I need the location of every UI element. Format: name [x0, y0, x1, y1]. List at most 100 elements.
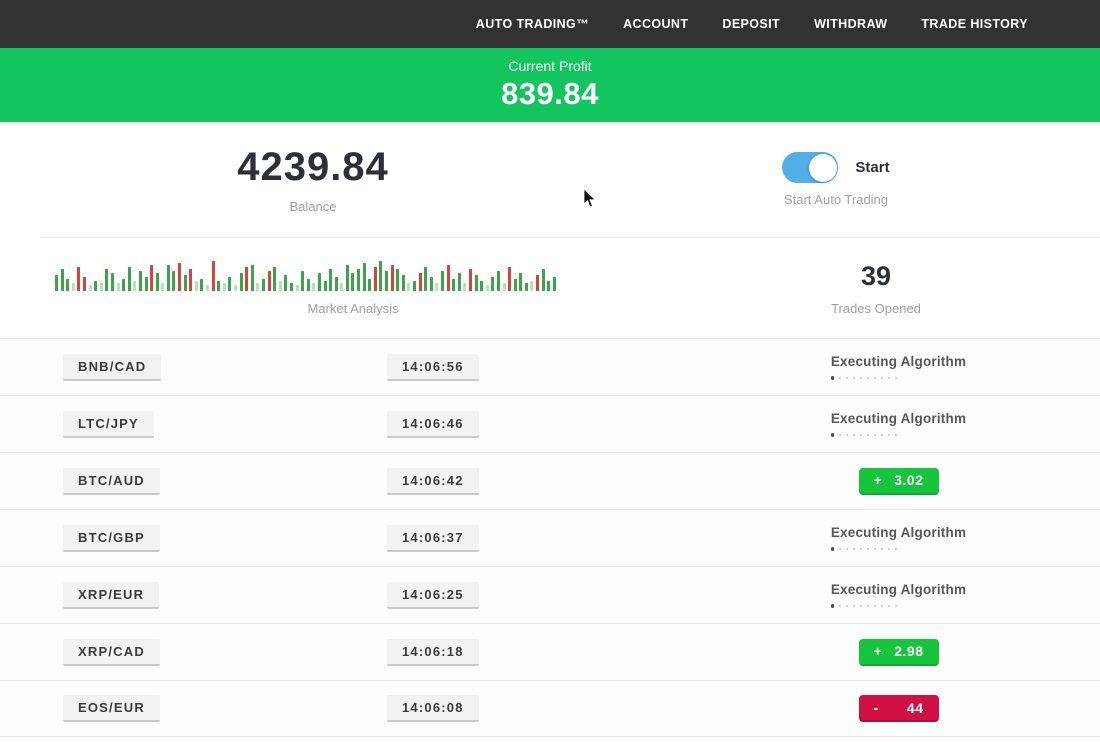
chart-bar — [296, 285, 299, 291]
chart-bar — [430, 277, 433, 291]
result-sign: + — [874, 472, 883, 488]
chart-bar — [61, 269, 64, 291]
time-badge: 14:06:56 — [387, 354, 479, 381]
nav-item-deposit[interactable]: DEPOSIT — [722, 17, 780, 31]
time-badge: 14:06:42 — [387, 468, 479, 495]
chart-bar — [307, 279, 310, 291]
loader-dot — [895, 548, 898, 551]
chart-bar — [150, 265, 153, 291]
chart-bar — [396, 269, 399, 291]
pair-badge[interactable]: XRP/EUR — [63, 582, 159, 609]
chart-bar — [547, 281, 550, 291]
nav-item-account[interactable]: ACCOUNT — [623, 17, 688, 31]
chart-bar — [312, 283, 315, 291]
time-badge: 14:06:37 — [387, 525, 479, 552]
time-cell: 14:06:08 — [387, 695, 697, 722]
loader-dot — [860, 377, 863, 380]
executing-status: Executing Algorithm — [831, 411, 966, 437]
nav-item-trade-history[interactable]: TRADE HISTORY — [921, 17, 1028, 31]
time-cell: 14:06:56 — [387, 354, 697, 381]
result-badge: + 3.02 — [859, 468, 939, 495]
chart-bar — [268, 271, 271, 291]
loader-dot — [839, 605, 842, 608]
loader-dot — [895, 434, 898, 437]
chart-bar — [447, 265, 450, 291]
loader-dot — [867, 605, 870, 608]
pair-cell: XRP/CAD — [63, 639, 160, 666]
loader-dot — [846, 605, 849, 608]
chart-bar — [111, 273, 114, 291]
time-cell: 14:06:37 — [387, 525, 697, 552]
chart-bar — [385, 271, 388, 291]
pair-badge[interactable]: LTC/JPY — [63, 411, 154, 438]
trades-opened-value: 39 — [861, 261, 891, 292]
nav-item-auto-trading[interactable]: AUTO TRADING™ — [476, 17, 589, 31]
market-analysis-label: Market Analysis — [307, 301, 398, 316]
time-badge: 14:06:25 — [387, 582, 479, 609]
loader-dot — [874, 605, 877, 608]
chart-bar — [324, 281, 327, 291]
chart-bar — [475, 275, 478, 291]
pair-badge[interactable]: BTC/GBP — [63, 525, 160, 552]
chart-bar — [290, 283, 293, 291]
chart-bar — [117, 283, 120, 291]
loader-dot — [881, 434, 884, 437]
chart-bar — [66, 279, 69, 291]
result-badge: - 44 — [859, 695, 939, 722]
chart-bar — [379, 261, 382, 291]
chart-bar — [195, 281, 198, 291]
chart-bar — [491, 277, 494, 291]
profit-banner-value: 839.84 — [501, 76, 599, 112]
loader-dot — [867, 548, 870, 551]
chart-bar — [419, 273, 422, 291]
trade-row: BTC/AUD 14:06:42 + 3.02 — [0, 452, 1100, 509]
chart-bar — [156, 273, 159, 291]
chart-bar — [340, 283, 343, 291]
chart-bar — [279, 281, 282, 291]
trade-row: XRP/EUR 14:06:25 Executing Algorithm — [0, 566, 1100, 623]
trades-opened-block: 39 Trades Opened — [666, 261, 1086, 316]
pair-badge[interactable]: EOS/EUR — [63, 695, 160, 722]
pair-badge[interactable]: BTC/AUD — [63, 468, 160, 495]
chart-bar — [458, 273, 461, 291]
auto-trading-block: Start Start Auto Trading — [626, 152, 1046, 207]
loader-dot — [867, 434, 870, 437]
auto-trading-toggle[interactable] — [782, 152, 838, 183]
balance-block: 4239.84 Balance — [0, 145, 626, 214]
time-cell: 14:06:25 — [387, 582, 697, 609]
status-cell: - 44 — [819, 695, 979, 722]
chart-bar — [536, 275, 539, 291]
chart-bar — [167, 265, 170, 291]
loader-dot — [874, 377, 877, 380]
time-cell: 14:06:42 — [387, 468, 697, 495]
loader-dot — [874, 548, 877, 551]
loader-dot — [853, 548, 856, 551]
chart-bar — [256, 283, 259, 291]
chart-bar — [503, 283, 506, 291]
executing-status: Executing Algorithm — [831, 582, 966, 608]
chart-bar — [301, 271, 304, 291]
chart-bar — [122, 279, 125, 291]
chart-bar — [83, 277, 86, 291]
mouse-cursor — [583, 188, 596, 208]
chart-bar — [184, 275, 187, 291]
chart-bar — [329, 269, 332, 291]
pair-cell: BTC/GBP — [63, 525, 160, 552]
chart-bar — [212, 261, 215, 291]
pair-badge[interactable]: XRP/CAD — [63, 639, 160, 666]
loader-dot — [839, 434, 842, 437]
pair-badge[interactable]: BNB/CAD — [63, 354, 161, 381]
chart-bar — [217, 281, 220, 291]
market-analysis-block: Market Analysis — [40, 260, 666, 316]
chart-bar — [391, 265, 394, 291]
toggle-label: Start — [855, 159, 889, 176]
chart-bar — [542, 269, 545, 291]
chart-bar — [128, 267, 131, 291]
result-sign: + — [874, 643, 883, 659]
pair-cell: XRP/EUR — [63, 582, 159, 609]
loader-dots — [831, 433, 966, 437]
nav-item-withdraw[interactable]: WITHDRAW — [814, 17, 887, 31]
pair-cell: BTC/AUD — [63, 468, 160, 495]
loader-dot — [853, 605, 856, 608]
time-cell: 14:06:18 — [387, 639, 697, 666]
